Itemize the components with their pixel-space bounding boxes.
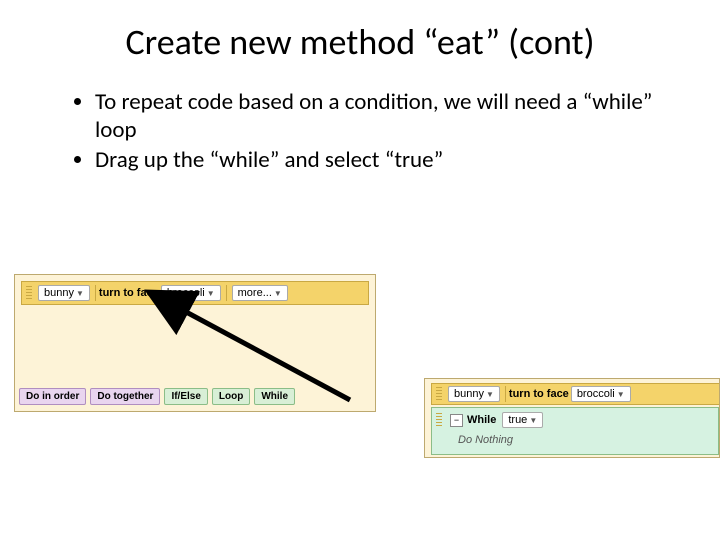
- collapse-icon[interactable]: −: [450, 414, 463, 427]
- action-label: turn to face: [99, 287, 159, 299]
- code-statement[interactable]: bunny▼ turn to face broccoli▼: [431, 383, 720, 405]
- alice-editor-panel: bunny▼ turn to face broccoli▼ more...▼ D…: [14, 274, 376, 412]
- bullet-item: Drag up the “while” and select “true”: [95, 146, 665, 174]
- tile-loop[interactable]: Loop: [212, 388, 250, 405]
- page-title: Create new method “eat” (cont): [40, 20, 680, 64]
- object-chip[interactable]: bunny▼: [38, 285, 90, 301]
- action-label: turn to face: [509, 388, 569, 400]
- target-chip[interactable]: broccoli▼: [571, 386, 631, 402]
- condition-chip[interactable]: true▼: [502, 412, 543, 428]
- tile-while[interactable]: While: [254, 388, 295, 405]
- drag-grip-icon: [436, 413, 442, 427]
- annotation-arrow-icon: [0, 0, 720, 540]
- tile-do-in-order[interactable]: Do in order: [19, 388, 86, 405]
- drag-grip-icon: [26, 286, 32, 300]
- separator: [226, 285, 227, 301]
- separator: [95, 285, 96, 301]
- bullet-item: To repeat code based on a condition, we …: [95, 88, 665, 144]
- while-block[interactable]: − While true▼ Do Nothing: [431, 407, 719, 455]
- bullet-list: To repeat code based on a condition, we …: [55, 88, 665, 174]
- separator: [505, 386, 506, 402]
- target-chip[interactable]: broccoli▼: [161, 285, 221, 301]
- while-header: − While true▼: [432, 408, 718, 432]
- empty-body-label: Do Nothing: [458, 434, 718, 446]
- more-chip[interactable]: more...▼: [232, 285, 288, 301]
- code-statement[interactable]: bunny▼ turn to face broccoli▼ more...▼: [21, 281, 369, 305]
- drag-grip-icon: [436, 387, 442, 401]
- tile-if-else[interactable]: If/Else: [164, 388, 207, 405]
- tile-do-together[interactable]: Do together: [90, 388, 160, 405]
- object-chip[interactable]: bunny▼: [448, 386, 500, 402]
- slide: Create new method “eat” (cont) To repeat…: [0, 0, 720, 540]
- while-keyword: While: [467, 414, 496, 426]
- control-tile-bar: Do in order Do together If/Else Loop Whi…: [19, 385, 371, 407]
- alice-while-panel: bunny▼ turn to face broccoli▼ − While tr…: [424, 378, 720, 458]
